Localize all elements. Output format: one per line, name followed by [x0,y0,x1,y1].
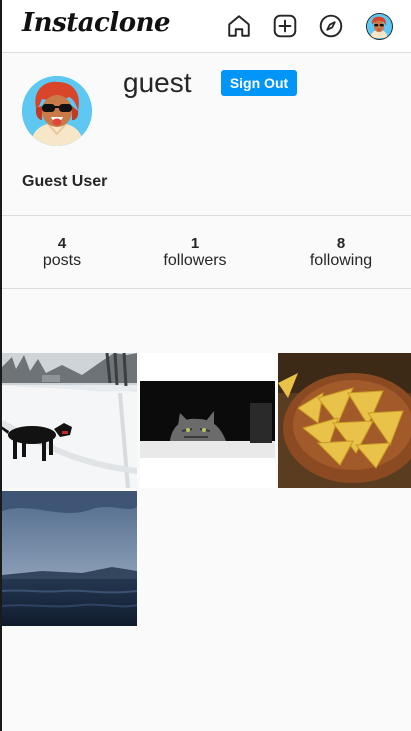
post-cat-on-blanket[interactable] [140,353,275,488]
post-dog-in-snow[interactable] [2,353,137,488]
profile-avatar[interactable] [22,76,92,146]
stat-posts[interactable]: 4 posts [7,235,117,270]
stat-posts-label: posts [42,252,82,269]
profile-stats-bar: 4 posts 1 followers 8 following [2,215,411,289]
post-sea-under-clouds[interactable] [2,491,137,626]
app-logo[interactable]: Instaclone [22,8,171,38]
stat-followers-count: 1 [190,235,200,252]
stat-followers-label: followers [163,252,227,269]
stat-posts-count: 4 [57,235,67,252]
stat-following-label: following [309,252,373,269]
top-navigation-bar: Instaclone [2,0,411,53]
new-post-icon[interactable] [272,13,298,39]
profile-full-name: Guest User [22,173,108,190]
profile-username: guest [123,67,192,98]
post-tortilla-chips-bowl[interactable] [278,353,411,488]
explore-compass-icon[interactable] [318,13,344,39]
profile-avatar-icon[interactable] [366,13,393,40]
stat-following[interactable]: 8 following [286,235,396,270]
home-icon[interactable] [226,13,252,39]
stat-following-count: 8 [336,235,346,252]
stat-followers[interactable]: 1 followers [140,235,250,270]
sign-out-button[interactable]: Sign Out [221,70,297,96]
